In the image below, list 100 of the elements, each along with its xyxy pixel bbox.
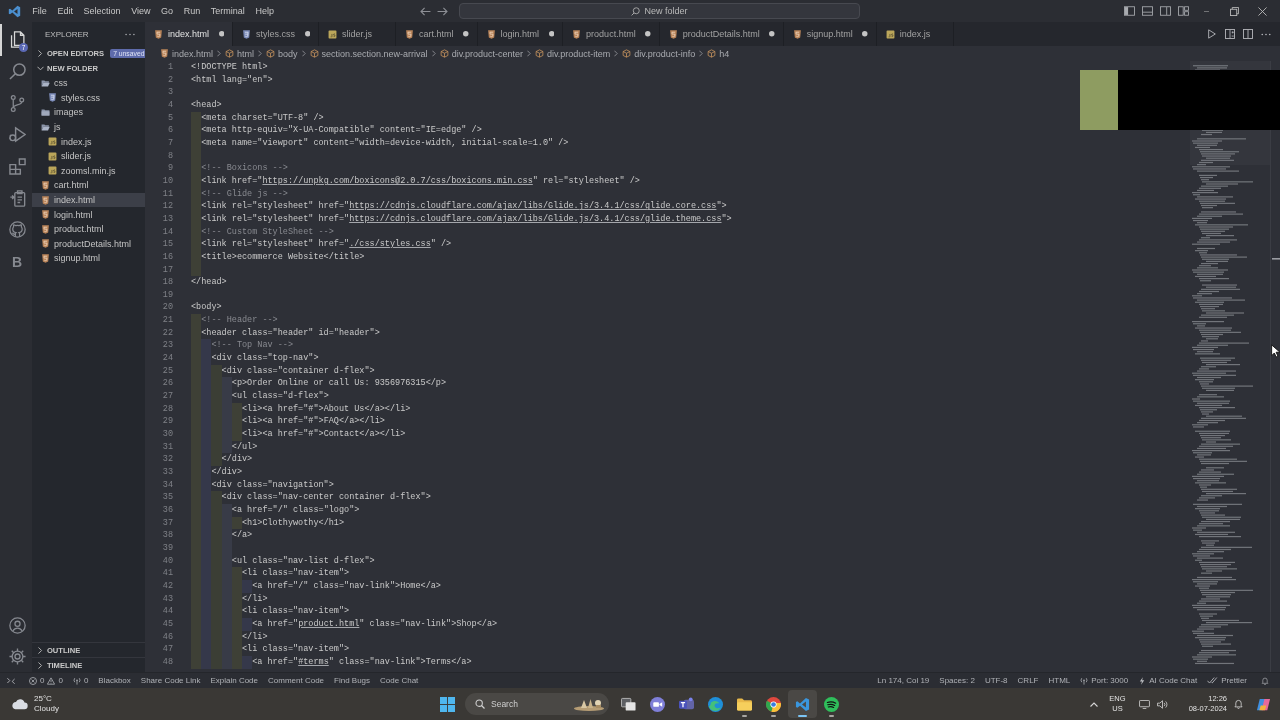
speaker-icon[interactable] <box>1156 699 1168 709</box>
error-icon <box>29 676 37 685</box>
menu-item[interactable]: Help <box>250 0 280 22</box>
line-number: 14 <box>162 226 173 237</box>
tree-item[interactable]: zoomsl.min.js <box>32 163 145 179</box>
breadcrumb-item[interactable]: div.product-info <box>622 48 696 59</box>
status-item[interactable]: Code Chat <box>375 673 424 688</box>
bell-icon[interactable] <box>1234 699 1243 709</box>
tree-item[interactable]: index.html <box>32 192 145 208</box>
status-item[interactable]: Explain Code <box>205 673 263 688</box>
tree-item[interactable]: js <box>32 119 145 135</box>
status-item[interactable]: Ln 174, Col 19 <box>872 673 935 688</box>
scrollbar[interactable] <box>1270 61 1280 672</box>
line-number: 26 <box>162 378 173 389</box>
code-link[interactable]: https://cdnjs.cloudflare.com/ajax/libs/Glide.js/3.4.1/css/glide.theme.css <box>349 212 722 226</box>
breadcrumb-item[interactable]: section.section.new-arrival <box>309 48 428 59</box>
status-item[interactable]: AI Code Chat <box>1133 673 1203 688</box>
status-item[interactable]: Blackbox <box>93 673 136 688</box>
tree-item[interactable]: login.html <box>32 207 145 222</box>
tree-item[interactable]: slider.js <box>32 148 145 164</box>
activity-bar-button[interactable]: B <box>0 245 32 278</box>
restore-icon <box>1229 6 1239 16</box>
tree-item[interactable]: productDetails.html <box>32 236 145 252</box>
status-item[interactable]: 0 0 <box>24 673 68 688</box>
code-line: <a href="product.html" class="nav-link">Shop</a> <box>252 617 499 631</box>
editor-tab[interactable]: signup.html <box>783 22 877 46</box>
breadcrumb-item[interactable]: h4 <box>707 48 730 59</box>
editor-tab[interactable]: index.html <box>145 22 234 46</box>
breadcrumb-item[interactable]: body <box>266 48 298 59</box>
code-line: <ul class="nav-list d-flex"> <box>231 554 376 568</box>
tree-item[interactable]: cart.html <box>32 178 145 193</box>
forward-arrow-icon[interactable] <box>437 6 448 16</box>
split-layout-icon[interactable] <box>1159 6 1171 16</box>
more-icon[interactable] <box>125 32 135 36</box>
editor-tab[interactable]: login.html <box>477 22 564 46</box>
status-item[interactable]: Spaces: 2 <box>934 673 980 688</box>
status-item[interactable]: Share Code Link <box>135 673 206 688</box>
tree-item[interactable]: styles.css <box>32 90 145 106</box>
editor-tab[interactable]: cart.html <box>396 22 478 46</box>
menu-item[interactable]: Terminal <box>205 0 251 22</box>
menu-item[interactable]: View <box>125 0 156 22</box>
search-icon <box>475 699 485 709</box>
command-center[interactable]: New folder <box>459 3 860 19</box>
code-line: <link rel="stylesheet" href="https://cdnjs.cloudflare.com/ajax/libs/Glide.js/3.4.1/css/glide.theme.css"> <box>201 212 733 226</box>
breadcrumb-item[interactable]: div.product-item <box>535 48 611 59</box>
layout-grid-icon[interactable] <box>1177 6 1189 16</box>
code-link[interactable]: product.html <box>298 617 360 631</box>
cube-icon <box>439 49 449 58</box>
line-number: 5 <box>167 112 173 123</box>
menu-item[interactable]: Go <box>155 0 179 22</box>
branch-icon <box>8 94 26 112</box>
back-arrow-icon[interactable] <box>420 6 431 16</box>
breadcrumb-item[interactable]: div.product-center <box>439 48 523 59</box>
menu-item[interactable]: File <box>27 0 53 22</box>
panel-layout-icon[interactable] <box>1141 6 1153 16</box>
code-link[interactable]: https://cdnjs.cloudflare.com/ajax/libs/Glide.js/3.4.1/css/glide.core.css <box>349 200 717 213</box>
tree-item[interactable]: index.js <box>32 134 145 149</box>
status-item[interactable]: Comment Code <box>263 673 330 688</box>
code-line: <li><a href="#">Contact</a></li> <box>242 428 407 441</box>
cube-icon <box>309 49 319 58</box>
menu-item[interactable]: Selection <box>78 0 126 22</box>
status-item[interactable]: UTF-8 <box>979 673 1013 688</box>
editor-tab[interactable]: product.html <box>563 22 660 46</box>
tree-item[interactable]: css <box>32 76 145 91</box>
code-line: <meta charset="UTF-8" /> <box>201 111 325 125</box>
copilot-icon[interactable] <box>1256 696 1271 712</box>
status-item[interactable]: Find Bugs <box>329 673 376 688</box>
status-item[interactable]: Prettier <box>1202 673 1252 688</box>
breadcrumb-item[interactable]: html <box>225 48 255 59</box>
more-icon[interactable] <box>1261 32 1271 36</box>
run-icon[interactable] <box>1207 29 1217 39</box>
close-icon <box>1257 6 1267 16</box>
code-line: <meta http-equiv="X-UA-Compatible" content="IE=edge" /> <box>201 124 483 137</box>
tree-item[interactable]: signup.html <box>32 251 145 266</box>
split-editor-icon[interactable] <box>1243 29 1253 39</box>
status-item[interactable]: 0 <box>67 673 94 688</box>
search-field[interactable]: Search <box>465 693 609 715</box>
monitor-icon[interactable] <box>1138 699 1150 709</box>
code-link[interactable]: #terms <box>298 655 329 669</box>
menu-item[interactable]: Edit <box>52 0 79 22</box>
code-line: <title>ecommerce Website</title> <box>201 250 366 264</box>
editor-tab[interactable]: productDetails.html <box>659 22 784 46</box>
status-item[interactable]: CRLF <box>1012 673 1044 688</box>
editor-tab[interactable]: index.js <box>876 22 955 46</box>
js-file-icon <box>48 166 57 176</box>
menu-item[interactable]: Run <box>178 0 206 22</box>
editor-tab[interactable]: styles.css <box>233 22 320 46</box>
editor-tab[interactable]: slider.js <box>319 22 397 46</box>
tree-item[interactable]: images <box>32 105 145 120</box>
sidebar-layout-icon[interactable] <box>1123 6 1135 16</box>
chevron-up-icon[interactable] <box>1090 701 1099 707</box>
line-number: 12 <box>162 201 173 212</box>
code-link[interactable]: ./css/styles.css <box>349 238 431 251</box>
line-number: 21 <box>162 315 173 326</box>
status-item[interactable]: Port: 3000 <box>1075 673 1134 688</box>
breadcrumb-item[interactable]: index.html <box>160 48 214 59</box>
code-link[interactable]: https://unpkg.com/boxicons@2.0.7/css/boxicons.min.css <box>262 174 533 188</box>
compare-icon[interactable] <box>1225 29 1235 39</box>
status-item[interactable]: HTML <box>1043 673 1076 688</box>
tree-item[interactable]: product.html <box>32 221 145 237</box>
